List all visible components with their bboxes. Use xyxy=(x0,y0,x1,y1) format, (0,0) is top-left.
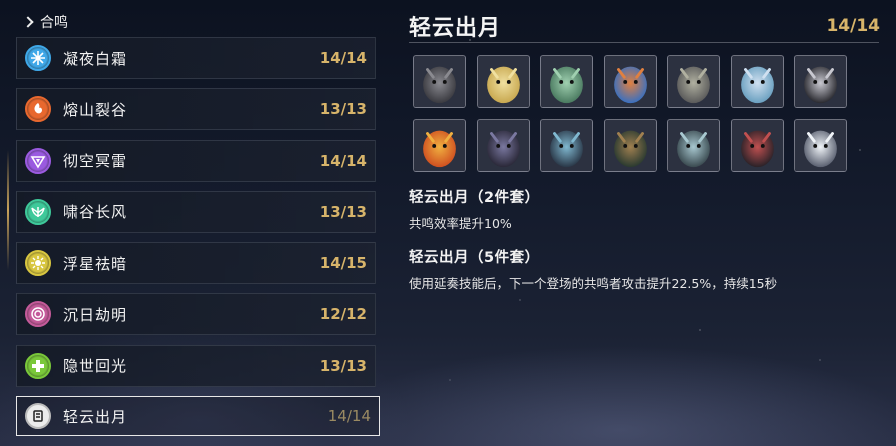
sonata-item-name: 啸谷长风 xyxy=(63,203,128,222)
detail-title: 轻云出月 xyxy=(409,16,502,41)
scroll-indicator[interactable] xyxy=(7,150,9,270)
sonata-item-name: 彻空冥雷 xyxy=(63,152,128,171)
detail-divider xyxy=(409,42,879,43)
echo-dragonfly-icon[interactable] xyxy=(730,55,784,108)
set-bonus-2pc-desc: 共鸣效率提升10% xyxy=(409,216,512,231)
echo-ice-dragon-icon[interactable] xyxy=(667,119,720,172)
echo-thorn-crab-icon[interactable] xyxy=(603,119,657,172)
sonata-item-name: 浮星祛暗 xyxy=(63,254,128,273)
chevron-right-icon xyxy=(22,16,34,28)
sonata-item-7[interactable]: 隐世回光 13/13 xyxy=(16,344,376,387)
echo-grid xyxy=(413,55,847,172)
echo-golden-spirit-icon[interactable] xyxy=(476,55,530,108)
sonata-item-3[interactable]: 彻空冥雷 14/14 xyxy=(16,139,376,182)
sonata-item-8[interactable]: 轻云出月 14/14 xyxy=(16,396,380,437)
detail-count: 14/14 xyxy=(826,16,880,36)
sonata-header-label: 合鸣 xyxy=(40,15,68,31)
sonata-item-count: 13/13 xyxy=(319,356,367,375)
echo-dark-beast-icon[interactable] xyxy=(413,55,466,108)
echo-blue-flower-icon[interactable] xyxy=(603,55,657,108)
echo-stone-golem-icon[interactable] xyxy=(667,55,720,108)
flame-swirl-icon xyxy=(25,96,51,123)
echo-frost-beast-icon[interactable] xyxy=(540,119,593,172)
sonata-item-2[interactable]: 熔山裂谷 13/13 xyxy=(16,88,376,131)
wind-wings-icon xyxy=(25,198,51,225)
sonata-item-4[interactable]: 啸谷长风 13/13 xyxy=(16,190,376,233)
echo-horned-knight-icon[interactable] xyxy=(794,55,847,108)
sonata-item-count: 13/13 xyxy=(319,100,367,119)
set-bonus-2pc-title: 轻云出月（2件套） xyxy=(409,190,540,206)
sonata-item-1[interactable]: 凝夜白霜 14/14 xyxy=(16,37,376,79)
thunder-chevron-icon xyxy=(25,147,51,174)
sonata-item-count: 14/15 xyxy=(319,254,367,273)
sonata-item-name: 轻云出月 xyxy=(63,407,128,426)
sonata-list: 凝夜白霜 14/14 熔山裂谷 13/13 彻空冥雷 14/14 啸谷长风 13/13 浮星祛暗… xyxy=(16,37,380,445)
echo-crimson-serpent-icon[interactable] xyxy=(730,119,784,172)
cloud-moon-icon xyxy=(25,403,51,430)
sonata-item-6[interactable]: 沉日劫明 12/12 xyxy=(16,293,376,336)
star-sun-icon xyxy=(25,250,51,277)
echo-fire-lion-icon[interactable] xyxy=(413,119,466,172)
snowflake-icon xyxy=(25,45,51,71)
sonata-item-count: 14/14 xyxy=(319,49,367,67)
echo-shadow-wolf-icon[interactable] xyxy=(476,119,530,172)
sonata-item-count: 12/12 xyxy=(319,305,367,324)
sonata-item-5[interactable]: 浮星祛暗 14/15 xyxy=(16,242,376,285)
sonata-item-name: 熔山裂谷 xyxy=(63,100,128,119)
sonata-item-count: 14/14 xyxy=(319,151,367,170)
healing-cross-icon xyxy=(25,352,51,379)
echo-white-wolf-icon[interactable] xyxy=(794,119,847,172)
set-bonus-5pc-title: 轻云出月（5件套） xyxy=(409,250,540,266)
sonata-item-name: 隐世回光 xyxy=(63,357,128,376)
sonata-header: 合鸣 xyxy=(22,12,68,32)
sonata-item-count: 13/13 xyxy=(319,202,367,221)
sonata-item-count: 14/14 xyxy=(327,407,371,426)
sonata-item-name: 沉日劫明 xyxy=(63,305,128,324)
echo-green-serpent-icon[interactable] xyxy=(540,55,593,108)
vortex-icon xyxy=(25,301,51,328)
sonata-item-name: 凝夜白霜 xyxy=(63,49,128,68)
set-bonus-5pc-desc: 使用延奏技能后，下一个登场的共鸣者攻击提升22.5%，持续15秒 xyxy=(409,276,778,291)
